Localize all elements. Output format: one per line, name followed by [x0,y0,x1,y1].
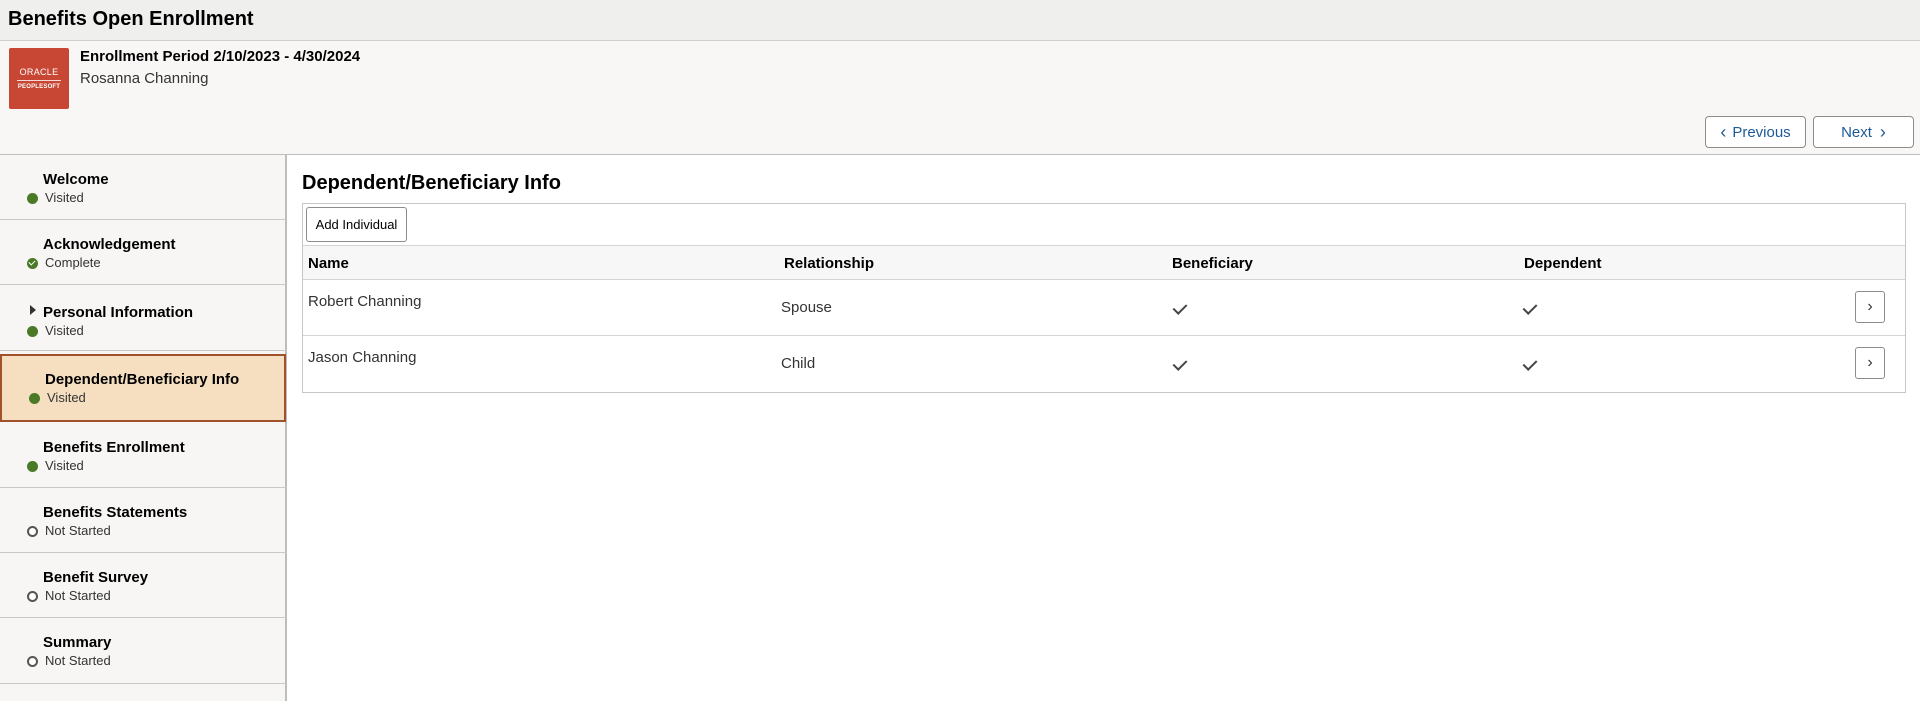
table-row[interactable]: Robert Channing Spouse › [303,280,1905,336]
visited-status-icon [27,326,38,337]
title-bar: Benefits Open Enrollment [0,0,1920,41]
row-detail-button[interactable]: › [1855,291,1885,323]
sidebar-item-status: Not Started [45,523,111,538]
sidebar-item-label: Benefits Statements [43,504,188,521]
dependent-check-icon [1522,356,1538,371]
sidebar-item-label: Dependent/Beneficiary Info [45,371,240,388]
cell-relationship: Spouse [781,299,832,316]
sidebar-item-label: Welcome [43,171,109,188]
cell-name: Jason Channing [308,349,417,366]
expand-triangle-icon[interactable] [30,305,36,315]
sidebar-item-summary[interactable]: Summary Not Started [0,618,286,684]
sidebar-item-benefit-survey[interactable]: Benefit Survey Not Started [0,553,286,618]
oracle-peoplesoft-logo: ORACLE PEOPLESOFT [9,48,69,109]
not-started-status-icon [27,591,38,602]
sidebar-item-label: Benefit Survey [43,569,149,586]
sidebar-item-status: Visited [45,458,84,473]
table-row[interactable]: Jason Channing Child › [303,336,1905,392]
employee-name: Rosanna Channing [80,70,209,87]
dependents-grid: Add Individual Name Relationship Benefic… [302,203,1906,393]
column-header-name: Name [308,255,349,272]
page-title: Benefits Open Enrollment [8,8,254,30]
next-button[interactable]: Next › [1813,116,1914,148]
logo-line-oracle: ORACLE [19,67,59,77]
sidebar-item-status: Not Started [45,653,111,668]
enrollment-period: Enrollment Period 2/10/2023 - 4/30/2024 [80,48,361,65]
column-header-beneficiary: Beneficiary [1172,255,1253,272]
sidebar-item-label: Personal Information [43,304,194,321]
sidebar-item-status: Visited [45,190,84,205]
enrollment-header: ORACLE PEOPLESOFT Enrollment Period 2/10… [0,41,1920,155]
complete-check-icon [27,258,38,269]
beneficiary-check-icon [1172,356,1188,371]
chevron-right-icon: › [1879,122,1886,142]
dependent-check-icon [1522,300,1538,315]
sidebar-item-personal-information[interactable]: Personal Information Visited [0,285,286,351]
visited-status-icon [27,461,38,472]
not-started-status-icon [27,656,38,667]
row-detail-button[interactable]: › [1855,347,1885,379]
sidebar-item-status: Visited [47,390,86,405]
visited-status-icon [27,193,38,204]
column-header-dependent: Dependent [1524,255,1602,272]
previous-button[interactable]: ‹ Previous [1705,116,1806,148]
sidebar-item-status: Not Started [45,588,111,603]
sidebar-item-label: Benefits Enrollment [43,439,185,456]
chevron-left-icon: ‹ [1720,122,1727,142]
logo-divider [17,80,61,81]
sidebar: Welcome Visited Acknowledgement Complete… [0,155,287,701]
sidebar-item-label: Summary [43,634,112,651]
not-started-status-icon [27,526,38,537]
chevron-right-icon: › [1867,354,1873,371]
previous-button-label: Previous [1732,123,1791,141]
sidebar-item-label: Acknowledgement [43,236,176,253]
next-button-label: Next [1841,123,1872,141]
sidebar-item-welcome[interactable]: Welcome Visited [0,155,286,220]
section-title: Dependent/Beneficiary Info [302,172,561,194]
beneficiary-check-icon [1172,300,1188,315]
sidebar-item-benefits-enrollment[interactable]: Benefits Enrollment Visited [0,423,286,488]
logo-line-peoplesoft: PEOPLESOFT [17,84,61,90]
visited-status-icon [29,393,40,404]
main-content: Dependent/Beneficiary Info Add Individua… [289,155,1920,701]
sidebar-item-benefits-statements[interactable]: Benefits Statements Not Started [0,488,286,553]
chevron-right-icon: › [1867,298,1873,315]
cell-relationship: Child [781,355,816,372]
column-header-relationship: Relationship [784,255,875,272]
table-header: Name Relationship Beneficiary Dependent [303,246,1905,280]
sidebar-item-status: Complete [45,255,101,270]
add-individual-button[interactable]: Add Individual [306,207,407,242]
grid-toolbar: Add Individual [303,204,1905,246]
sidebar-item-dependent-beneficiary-info[interactable]: Dependent/Beneficiary Info Visited [0,354,286,422]
sidebar-item-acknowledgement[interactable]: Acknowledgement Complete [0,220,286,285]
cell-name: Robert Channing [308,293,422,310]
sidebar-item-status: Visited [45,323,84,338]
